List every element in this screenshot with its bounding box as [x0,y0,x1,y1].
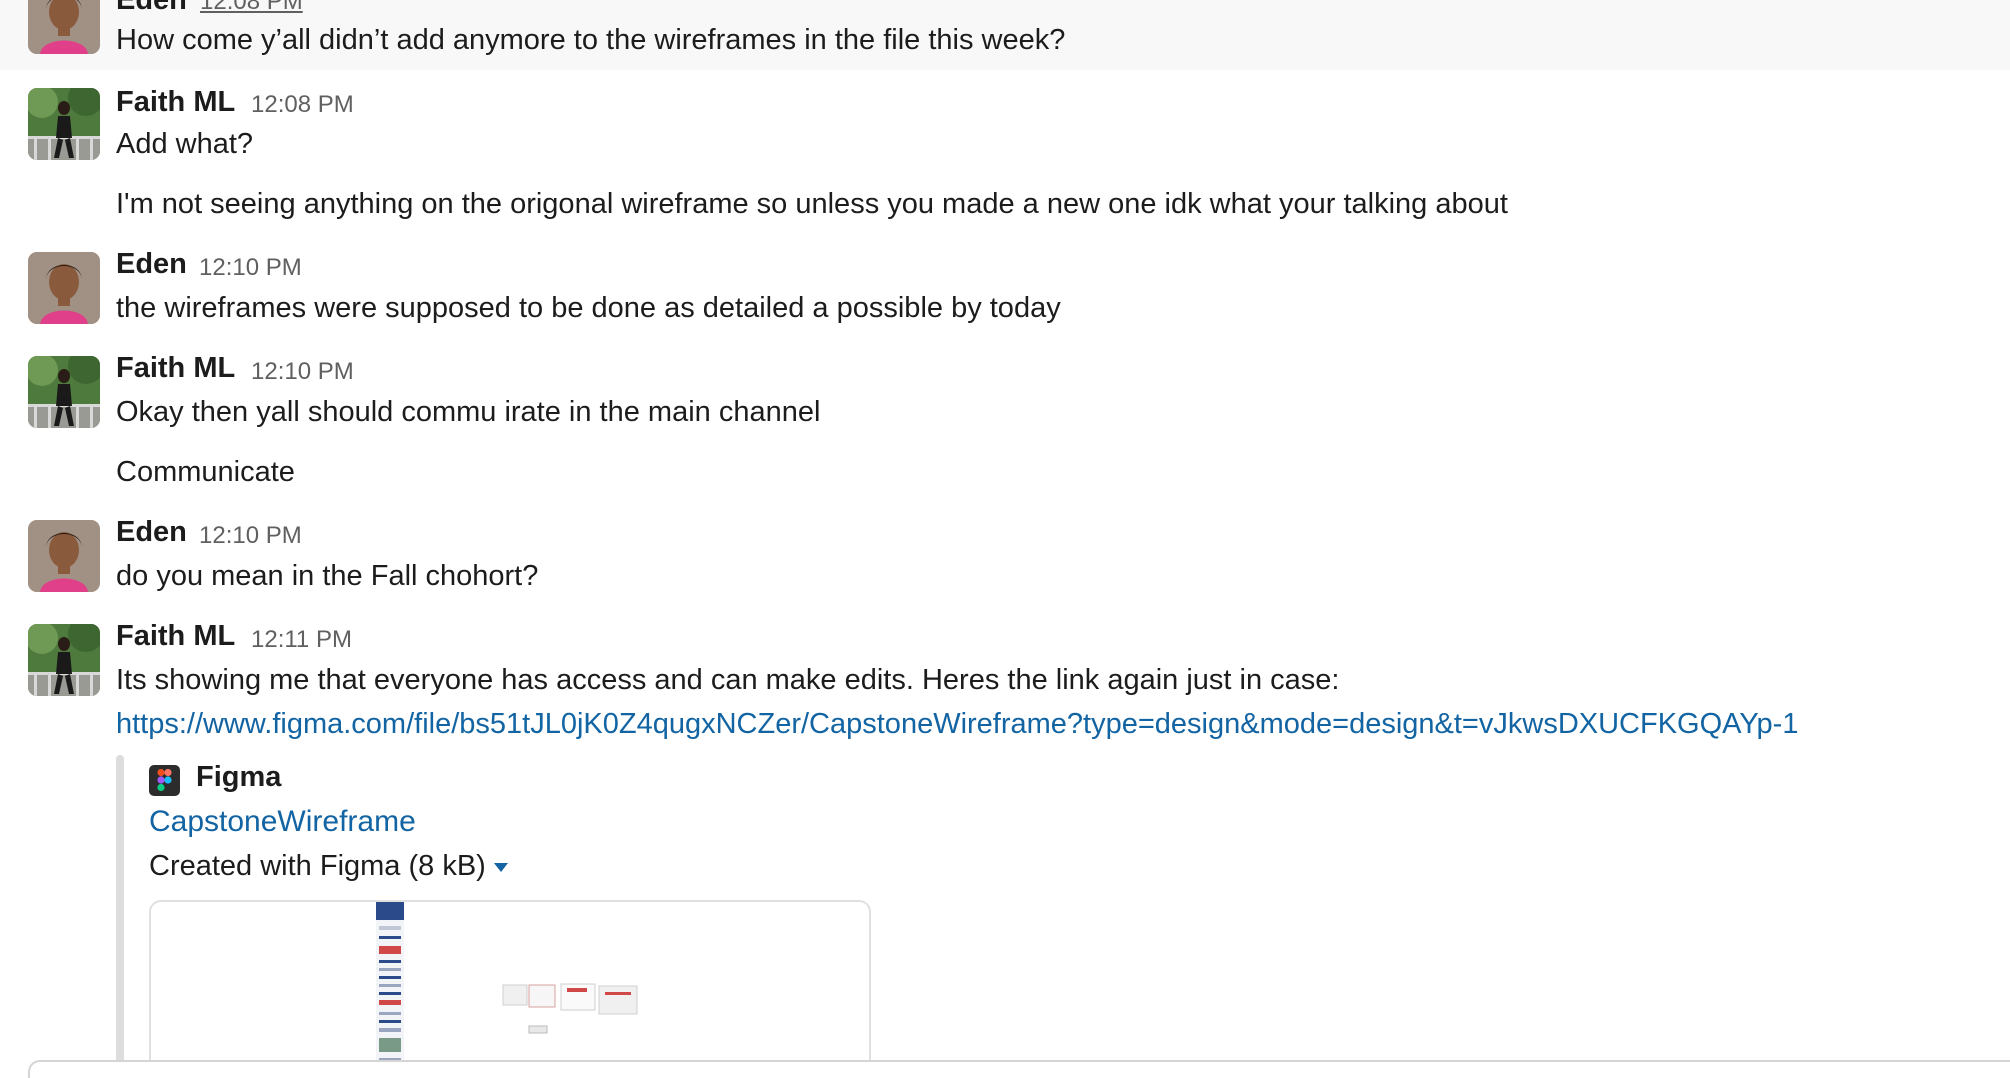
faith-avatar[interactable] [28,624,100,696]
message-faith-2[interactable]: Faith ML 12:10 PM Okay then yall should … [0,350,2010,500]
eden-avatar-image [28,0,100,54]
message-text: How come y’all didn’t add anymore to the… [116,24,1066,56]
figma-file-link[interactable]: https://www.figma.com/file/bs51tJL0jK0Z4… [116,708,1798,741]
author-name[interactable]: Faith ML [116,86,235,119]
message-faith-1[interactable]: Faith ML 12:08 PM Add what? I'm not seei… [0,82,2010,232]
message-text: the wireframes were supposed to be done … [116,292,1061,324]
timestamp[interactable]: 12:11 PM [251,626,352,654]
unfurl-accent-bar [116,755,124,1078]
unfurl-meta[interactable]: Created with Figma (8 kB) [149,850,508,883]
timestamp[interactable]: 12:10 PM [199,522,302,550]
unfurl-meta-text: Created with Figma (8 kB) [149,850,486,882]
message-eden-3[interactable]: Eden 12:10 PM do you mean in the Fall ch… [0,514,2010,604]
eden-avatar[interactable] [28,0,100,54]
message-text: Okay then yall should commu irate in the… [116,396,821,428]
timestamp[interactable]: 12:10 PM [199,254,302,282]
author-name[interactable]: Faith ML [116,352,235,385]
author-name[interactable]: Faith ML [116,620,235,653]
author-name[interactable]: Eden [116,0,187,17]
message-list[interactable]: Eden 12:08 PM How come y’all didn’t add … [0,0,2010,1078]
chevron-down-icon[interactable] [493,862,508,872]
wireframe-preview-image [376,902,638,1078]
eden-avatar-image [28,520,100,592]
unfurl-service-name: Figma [196,761,282,793]
message-eden-1[interactable]: Eden 12:08 PM How come y’all didn’t add … [0,0,2010,70]
eden-avatar[interactable] [28,520,100,592]
faith-avatar[interactable] [28,88,100,160]
message-text: Its showing me that everyone has access … [116,664,1340,696]
message-eden-2[interactable]: Eden 12:10 PM the wireframes were suppos… [0,246,2010,336]
timestamp[interactable]: 12:10 PM [251,358,354,386]
faith-avatar[interactable] [28,356,100,428]
figma-icon [149,765,180,796]
timestamp[interactable]: 12:08 PM [251,91,354,119]
link-unfurl: Figma CapstoneWireframe Created with Fig… [116,755,1016,1078]
faith-avatar-image [28,624,100,696]
message-text: I'm not seeing anything on the origonal … [116,188,1508,220]
message-composer[interactable] [28,1060,2010,1078]
message-text: do you mean in the Fall chohort? [116,560,539,592]
faith-avatar-image [28,88,100,160]
unfurl-title-link[interactable]: CapstoneWireframe [149,805,416,839]
faith-avatar-image [28,356,100,428]
message-text: Communicate [116,456,295,488]
author-name[interactable]: Eden [116,248,187,281]
eden-avatar-image [28,252,100,324]
author-name[interactable]: Eden [116,516,187,549]
figma-preview-thumbnail[interactable] [149,900,871,1078]
message-text: Add what? [116,128,254,160]
eden-avatar[interactable] [28,252,100,324]
timestamp[interactable]: 12:08 PM [200,0,303,16]
